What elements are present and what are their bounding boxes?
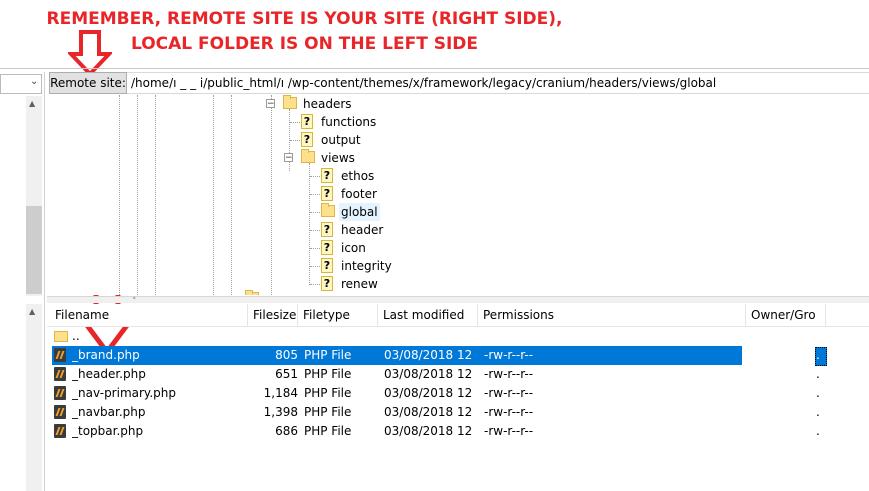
folder-icon <box>283 95 297 109</box>
unknown-folder-icon: ? <box>321 258 333 273</box>
unknown-folder-icon: ? <box>321 222 333 237</box>
local-list-scrollbar[interactable] <box>26 304 42 491</box>
tree-guide <box>213 95 214 295</box>
file-name: _header.php <box>72 367 146 381</box>
php-file-icon <box>54 367 66 381</box>
php-file-icon <box>54 405 66 419</box>
sort-ascending-icon: ˄ <box>132 297 137 307</box>
scroll-up-icon[interactable]: ▲ <box>29 307 35 316</box>
unknown-folder-icon: ? <box>321 240 333 255</box>
remote-site-path-input[interactable]: /home/ı _ _ i/public_html/ı /wp-content/… <box>127 72 869 94</box>
remote-site-label: Remote site: <box>49 72 127 94</box>
file-modified: 03/08/2018 12:... <box>384 367 472 381</box>
unknown-folder-icon: ? <box>301 114 313 129</box>
tree-connector <box>310 284 320 285</box>
file-type: PHP File <box>304 367 352 381</box>
file-owner: . <box>816 348 820 362</box>
file-name: _navbar.php <box>72 405 146 419</box>
file-permissions: -rw-r--r-- <box>484 424 534 438</box>
file-type: PHP File <box>304 386 352 400</box>
unknown-folder-icon: ? <box>321 276 333 291</box>
folder-icon <box>301 149 315 163</box>
tree-guide <box>231 95 232 295</box>
tree-connector <box>290 122 300 123</box>
annotation-line-1: REMEMBER, REMOTE SITE IS YOUR SITE (RIGH… <box>46 9 563 29</box>
column-owner-group[interactable]: Owner/Gro <box>746 304 826 326</box>
file-modified: 03/08/2018 12:... <box>384 424 472 438</box>
tree-collapse-toggle[interactable]: − <box>266 99 275 109</box>
unknown-folder-icon: ? <box>321 168 333 183</box>
tree-guide <box>155 95 156 295</box>
tree-connector <box>310 194 320 195</box>
table-row[interactable]: _header.php 651 PHP File 03/08/2018 12:...-… <box>52 365 742 384</box>
tree-connector <box>290 140 300 141</box>
unknown-folder-icon: ? <box>321 186 333 201</box>
chevron-down-icon[interactable]: ⌄ <box>30 76 38 87</box>
tree-guide <box>271 95 272 295</box>
tree-guide <box>137 95 138 295</box>
php-file-icon <box>54 348 66 362</box>
pane-splitter[interactable] <box>47 296 869 303</box>
file-size: 686 <box>275 424 298 438</box>
pane-separator <box>0 68 869 69</box>
file-owner: . <box>816 367 820 381</box>
tree-connector <box>310 176 320 177</box>
file-owner: . <box>816 424 820 438</box>
file-permissions: -rw-r--r-- <box>484 348 534 362</box>
file-name: _brand.php <box>72 348 140 362</box>
file-type: PHP File <box>304 405 352 419</box>
column-permissions[interactable]: Permissions <box>478 304 746 326</box>
local-tree-scroll-thumb[interactable] <box>26 206 42 294</box>
tree-collapse-toggle[interactable]: − <box>284 153 293 163</box>
file-size: 805 <box>275 348 298 362</box>
file-size: 651 <box>275 367 298 381</box>
table-row[interactable]: _navbar.php 1,398 PHP File 03/08/2018 12:..… <box>52 403 742 422</box>
file-name: _nav-primary.php <box>72 386 176 400</box>
column-filename[interactable]: Filename <box>50 304 248 326</box>
column-filesize[interactable]: Filesize <box>248 304 298 326</box>
folder-icon <box>245 290 259 295</box>
scroll-up-icon[interactable]: ▲ <box>29 99 35 108</box>
file-modified: 03/08/2018 12:... <box>384 405 472 419</box>
column-filetype[interactable]: Filetype <box>298 304 378 326</box>
php-file-icon <box>54 424 66 438</box>
file-permissions: -rw-r--r-- <box>484 367 534 381</box>
folder-icon <box>54 331 68 342</box>
file-permissions: -rw-r--r-- <box>484 386 534 400</box>
column-last-modified[interactable]: Last modified <box>378 304 478 326</box>
tree-connector <box>310 212 320 213</box>
unknown-folder-icon: ? <box>301 132 313 147</box>
table-row[interactable]: _nav-primary.php 1,184 PHP File 03/08/2018 … <box>52 384 742 403</box>
remote-directory-tree: − headers ? functions ? output − views ?… <box>47 95 869 295</box>
folder-icon <box>321 203 335 217</box>
file-owner: . <box>816 386 820 400</box>
file-permissions: -rw-r--r-- <box>484 405 534 419</box>
file-modified: 03/08/2018 12:... <box>384 386 472 400</box>
file-size: 1,184 <box>263 386 298 400</box>
php-file-icon <box>54 386 66 400</box>
list-item-parent-dir[interactable]: .. <box>52 327 742 346</box>
table-row[interactable]: _brand.php 805 PHP File 03/08/2018 12:... -r… <box>52 346 742 365</box>
file-modified: 03/08/2018 12:... <box>384 348 472 362</box>
tree-connector <box>310 266 320 267</box>
file-owner: . <box>816 405 820 419</box>
file-name: _topbar.php <box>72 424 144 438</box>
file-size: 1,398 <box>263 405 298 419</box>
table-row[interactable]: _topbar.php 686 PHP File 03/08/2018 12:...-… <box>52 422 742 441</box>
file-type: PHP File <box>304 348 352 362</box>
file-type: PHP File <box>304 424 352 438</box>
tree-connector <box>310 230 320 231</box>
annotation-arrow-down-icon <box>68 30 112 76</box>
tree-connector <box>310 248 320 249</box>
tree-guide <box>119 95 120 295</box>
